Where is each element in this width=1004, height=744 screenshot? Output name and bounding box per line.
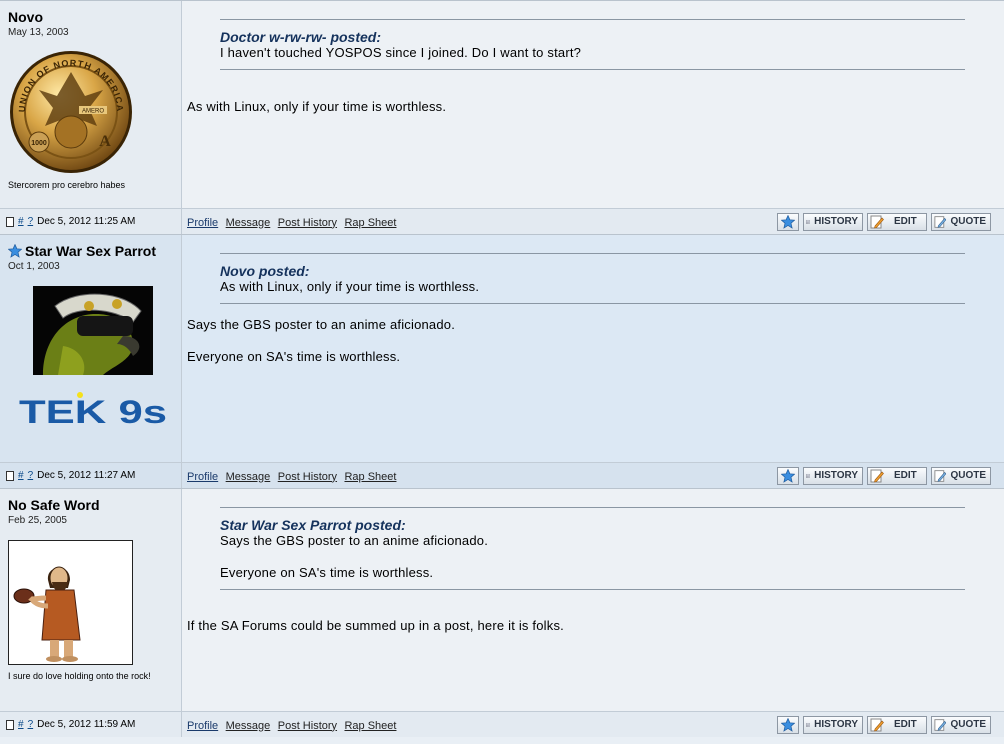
post-history-link[interactable]: Post History [278,217,337,229]
document-icon[interactable] [6,719,14,730]
user-posts-link[interactable]: ? [28,470,34,481]
post-text: As with Linux, only if your time is wort… [187,99,447,114]
bookmark-button[interactable] [777,715,799,734]
post-bar: # ? Dec 5, 2012 11:25 AM Profile Message… [0,208,1004,234]
quote-icon [934,469,947,482]
quote-block: Doctor w-rw-rw- posted: I haven't touche… [220,19,965,70]
profile-link[interactable]: Profile [187,217,218,229]
post-date: Dec 5, 2012 11:25 AM [37,216,136,227]
history-icon [806,473,811,478]
post-anchor-link[interactable]: # [18,470,24,481]
caveman-avatar [8,540,133,665]
user-posts-link[interactable]: ? [28,719,34,730]
post-bar: # ? Dec 5, 2012 11:27 AM Profile Message… [0,462,1004,488]
quote-icon [934,215,947,228]
rap-sheet-link[interactable]: Rap Sheet [344,471,396,483]
post: Novo May 13, 2003 1000 AMERO UNION OF NO… [0,0,1004,234]
edit-button[interactable]: EDIT [867,212,927,231]
message-link[interactable]: Message [226,217,271,229]
quote-text: As with Linux, only if your time is wort… [220,279,480,294]
post-body: Novo posted: As with Linux, only if your… [182,235,1004,462]
quote-block: Star War Sex Parrot posted: Says the GBS… [220,507,965,590]
bookmark-button[interactable] [777,212,799,231]
tek9s-logo: TEK 9s [19,392,167,430]
post-author[interactable]: Novo [8,9,181,25]
post-history-link[interactable]: Post History [278,720,337,732]
svg-text:A: A [99,133,111,150]
post-anchor-link[interactable]: # [18,719,24,730]
quote-button[interactable]: QUOTE [931,715,991,734]
edit-icon [870,718,884,731]
edit-icon [870,215,884,228]
profile-link[interactable]: Profile [187,471,218,483]
history-button[interactable]: HISTORY [803,212,863,231]
message-link[interactable]: Message [226,720,271,732]
post-date: Dec 5, 2012 11:27 AM [37,470,136,481]
user-title: Stercorem pro cerebro habes [8,180,126,190]
bookmark-button[interactable] [777,466,799,485]
post-body: Star War Sex Parrot posted: Says the GBS… [182,489,1004,711]
post-anchor-link[interactable]: # [18,216,24,227]
post-date: Dec 5, 2012 11:59 AM [37,719,136,730]
message-link[interactable]: Message [226,471,271,483]
edit-button[interactable]: EDIT [867,715,927,734]
quote-text: I haven't touched YOSPOS since I joined.… [220,45,582,60]
post-history-link[interactable]: Post History [278,471,337,483]
registration-date: Feb 25, 2005 [8,515,67,526]
quote-button[interactable]: QUOTE [931,212,991,231]
user-posts-link[interactable]: ? [28,216,34,227]
post-author[interactable]: No Safe Word [8,497,181,513]
svg-text:TEK 9s: TEK 9s [19,394,167,430]
post: No Safe Word Feb 25, 2005 I sure do love… [0,488,1004,737]
rap-sheet-link[interactable]: Rap Sheet [344,720,396,732]
star-icon [781,468,795,483]
user-title: I sure do love holding onto the rock! [8,671,151,681]
quote-text: Says the GBS poster to an anime aficiona… [220,533,489,548]
post-bar: # ? Dec 5, 2012 11:59 AM Profile Message… [0,711,1004,737]
svg-text:AMERO: AMERO [82,109,104,115]
post-body: Doctor w-rw-rw- posted: I haven't touche… [182,1,1004,208]
quote-author: Novo posted: [220,263,310,279]
post: Star War Sex Parrot Oct 1, 2003 TEK 9s N… [0,234,1004,488]
coin-avatar: 1000 AMERO UNION OF NORTH AMERICA A [10,51,132,173]
history-icon [806,219,811,224]
document-icon[interactable] [6,216,14,227]
registration-date: Oct 1, 2003 [8,261,60,272]
history-button[interactable]: HISTORY [803,466,863,485]
post-text: Everyone on SA's time is worthless. [187,349,401,364]
post-author[interactable]: Star War Sex Parrot [8,243,181,259]
star-icon [8,244,22,258]
quote-author: Star War Sex Parrot posted: [220,517,406,533]
star-icon [781,717,795,732]
profile-link[interactable]: Profile [187,720,218,732]
thread: Novo May 13, 2003 1000 AMERO UNION OF NO… [0,0,1004,737]
parrot-avatar [33,286,153,375]
userinfo: Novo May 13, 2003 1000 AMERO UNION OF NO… [0,1,182,208]
quote-block: Novo posted: As with Linux, only if your… [220,253,965,304]
registration-date: May 13, 2003 [8,27,69,38]
rap-sheet-link[interactable]: Rap Sheet [344,217,396,229]
star-icon [781,214,795,229]
svg-text:1000: 1000 [31,140,47,147]
post-text: If the SA Forums could be summed up in a… [187,618,564,633]
quote-author: Doctor w-rw-rw- posted: [220,29,381,45]
quote-icon [934,718,947,731]
quote-text: Everyone on SA's time is worthless. [220,565,434,580]
history-icon [806,722,811,727]
history-button[interactable]: HISTORY [803,715,863,734]
edit-button[interactable]: EDIT [867,466,927,485]
userinfo: Star War Sex Parrot Oct 1, 2003 TEK 9s [0,235,182,462]
quote-button[interactable]: QUOTE [931,466,991,485]
userinfo: No Safe Word Feb 25, 2005 I sure do love… [0,489,182,711]
document-icon[interactable] [6,470,14,481]
edit-icon [870,469,884,482]
post-text: Says the GBS poster to an anime aficiona… [187,317,456,332]
